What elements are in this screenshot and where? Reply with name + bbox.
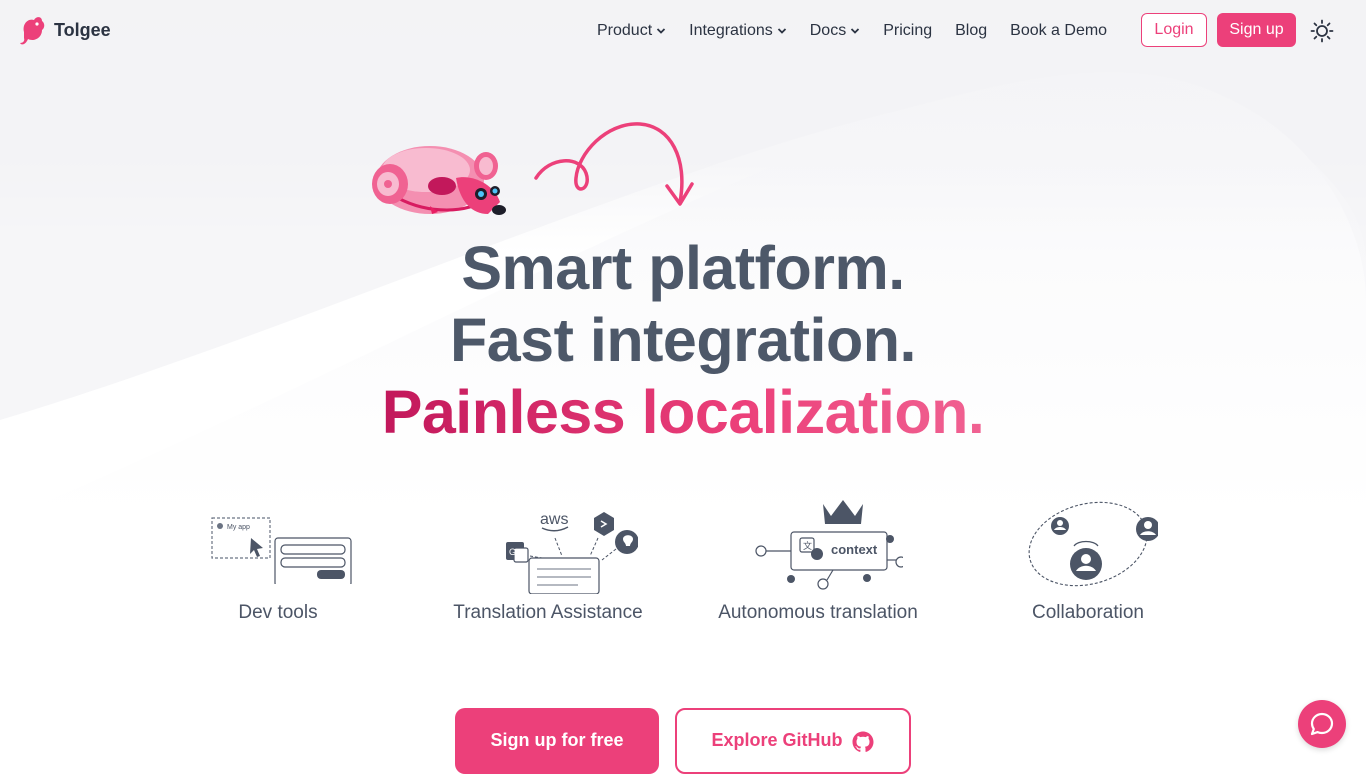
nav-blog[interactable]: Blog: [955, 22, 987, 40]
nav-product-label: Product: [597, 22, 653, 39]
nav-pricing-label: Pricing: [883, 22, 933, 39]
my-app-label: My app: [227, 524, 250, 531]
feature-list: My app Dev tools aws G Translation Assis…: [0, 490, 1366, 630]
autonomous-translation-illustration-icon: 文 context: [755, 500, 903, 590]
svg-text:文: 文: [803, 540, 812, 551]
feature-autonomous-translation-label: Autonomous translation: [718, 602, 918, 623]
tolgee-mouse-logo-icon: [20, 17, 45, 45]
dev-tools-illustration-icon: My app: [211, 517, 352, 584]
nav-integrations[interactable]: Integrations: [689, 22, 787, 40]
translation-assistance-illustration-icon: aws G: [506, 511, 638, 594]
chat-bubble-icon: [1310, 712, 1334, 736]
robot-mouse-mascot: [372, 146, 506, 215]
signup-button[interactable]: Sign up: [1217, 13, 1296, 47]
nav-book-demo-label: Book a Demo: [1010, 22, 1108, 39]
nav-docs[interactable]: Docs: [810, 22, 860, 40]
svg-text:G: G: [509, 547, 516, 557]
feature-collaboration-label: Collaboration: [1032, 602, 1144, 623]
hero-line-3: Painless localization.: [0, 376, 1366, 448]
brand-name: Tolgee: [54, 19, 111, 40]
aws-label: aws: [540, 511, 568, 528]
chevron-down-icon: [777, 28, 786, 34]
chevron-down-icon: [657, 28, 666, 34]
feature-dev-tools[interactable]: My app Dev tools: [148, 490, 408, 624]
hero-line-2: Fast integration.: [450, 306, 916, 374]
feature-translation-assistance-label: Translation Assistance: [453, 602, 643, 623]
nav-integrations-label: Integrations: [689, 22, 773, 39]
context-tag-label: context: [831, 542, 878, 557]
nav-blog-label: Blog: [955, 22, 988, 39]
nav-product[interactable]: Product: [597, 22, 666, 40]
nav-docs-label: Docs: [809, 22, 847, 39]
nav-book-demo[interactable]: Book a Demo: [1010, 22, 1107, 40]
signup-for-free-label: Sign up for free: [490, 730, 624, 750]
login-button[interactable]: Login: [1141, 13, 1207, 47]
nav-pricing[interactable]: Pricing: [883, 22, 932, 40]
explore-github-button[interactable]: Explore GitHub: [675, 708, 911, 774]
top-navbar: Tolgee Product Integrations Docs Pricing…: [0, 0, 1366, 62]
brand-logo[interactable]: Tolgee: [18, 14, 111, 46]
feature-autonomous-translation[interactable]: 文 context Autonomous translation: [688, 490, 948, 624]
hero-line-3-text: Painless localization.: [381, 378, 985, 446]
sun-icon[interactable]: [1310, 19, 1334, 43]
main-nav: Product Integrations Docs Pricing Blog B…: [597, 0, 1130, 62]
signup-for-free-button[interactable]: Sign up for free: [455, 708, 659, 774]
feature-translation-assistance[interactable]: aws G Translation Assistance: [418, 490, 678, 624]
hero-headline: Smart platform. Fast integration. Painle…: [0, 232, 1366, 448]
hero-line-1: Smart platform.: [461, 234, 905, 302]
explore-github-label: Explore GitHub: [711, 730, 843, 750]
feature-dev-tools-label: Dev tools: [238, 602, 318, 623]
chevron-down-icon: [851, 28, 860, 34]
swirl-arrow-doodle: [534, 122, 694, 206]
github-icon: [852, 731, 873, 752]
feature-collaboration[interactable]: Collaboration: [958, 490, 1218, 624]
chat-button[interactable]: [1298, 700, 1346, 748]
collaboration-illustration-icon: [1028, 501, 1158, 587]
